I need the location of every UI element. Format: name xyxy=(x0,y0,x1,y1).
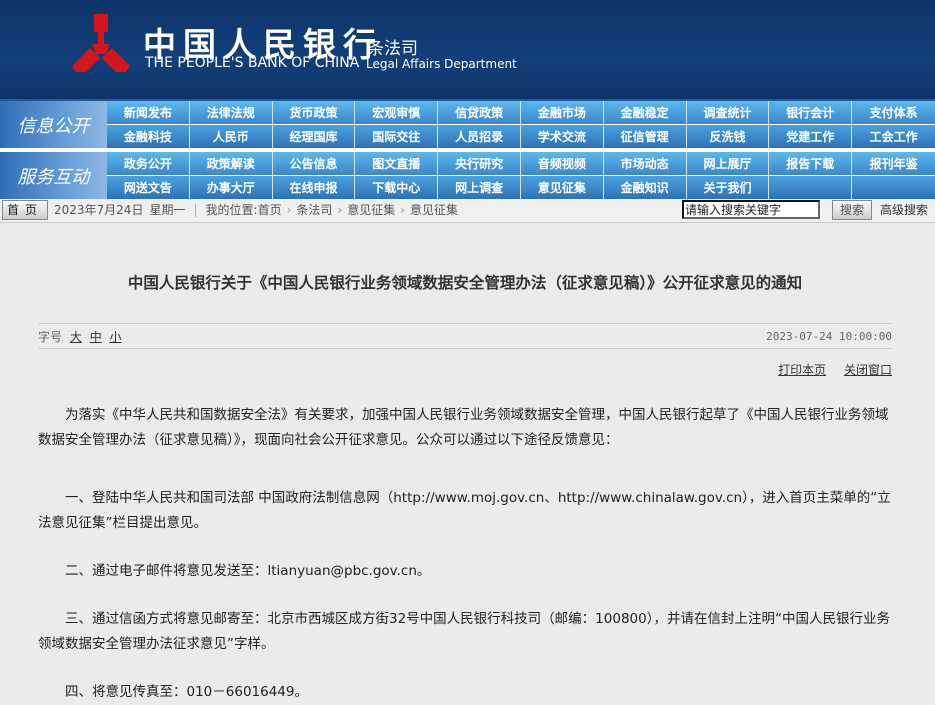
breadcrumb-link[interactable]: 条法司 xyxy=(296,201,332,218)
print-link[interactable]: 打印本页 xyxy=(778,363,826,377)
nav-item[interactable]: 新闻发布 xyxy=(107,101,190,124)
nav-item[interactable]: 反洗钱 xyxy=(687,125,770,148)
nav-item[interactable]: 政务公开 xyxy=(107,152,190,175)
font-size-medium[interactable]: 中 xyxy=(90,330,102,344)
paragraph: 二、通过电子邮件将意见发送至：ltianyuan@pbc.gov.cn。 xyxy=(65,563,431,579)
breadcrumb-link[interactable]: 首页 xyxy=(258,201,282,218)
paragraph: 一、登陆中华人民共和国司法部 中国政府法制信息网（http://www.moj.… xyxy=(38,490,891,531)
dept-name-en: Legal Affairs Department xyxy=(366,57,517,71)
publish-time: 2023-07-24 10:00:00 xyxy=(766,329,892,343)
nav-item[interactable]: 金融知识 xyxy=(604,176,687,199)
nav-item[interactable]: 图文直播 xyxy=(355,152,439,175)
close-window-link[interactable]: 关闭窗口 xyxy=(844,363,892,377)
location-label: 我的位置: xyxy=(205,203,258,217)
font-size-label: 字号 xyxy=(38,329,63,344)
nav-item[interactable]: 金融市场 xyxy=(521,101,604,124)
nav-item[interactable]: 网上调查 xyxy=(438,176,521,199)
nav-row: 政务公开 政策解读 公告信息 图文直播 央行研究 音频视频 市场动态 网上展厅 报告下载 报刊年鉴 xyxy=(107,152,935,175)
nav-item[interactable]: 银行会计 xyxy=(769,101,853,124)
nav-item[interactable]: 音频视频 xyxy=(521,152,604,175)
article-title: 中国人民银行关于《中国人民银行业务领域数据安全管理办法（征求意见稿）》公开征求意… xyxy=(127,274,803,292)
nav-group-label: 信息公开 xyxy=(0,101,107,148)
nav-item[interactable]: 市场动态 xyxy=(604,152,687,175)
breadcrumb-link[interactable]: 意见征集 xyxy=(410,201,458,218)
nav-item[interactable]: 网送文告 xyxy=(107,176,190,199)
dept-name-cn: 条法司 xyxy=(367,39,418,59)
breadcrumb-link[interactable]: 意见征集 xyxy=(347,201,395,218)
nav-group-label: 服务互动 xyxy=(0,152,107,199)
nav-item[interactable]: 报刊年鉴 xyxy=(852,152,935,175)
chevron-right-icon: › xyxy=(286,202,292,217)
site-banner: 中国人民银行 THE PEOPLE'S BANK OF CHINA 条法司 Le… xyxy=(0,0,935,99)
divider: | xyxy=(193,202,198,217)
current-date: 2023年7月24日 xyxy=(54,203,144,217)
nav-row: 金融科技 人民币 经理国库 国际交往 人员招录 学术交流 征信管理 反洗钱 党建工作 工会工作 xyxy=(107,125,935,148)
nav-item[interactable]: 下载中心 xyxy=(355,176,439,199)
nav-item xyxy=(852,176,935,199)
chevron-right-icon: › xyxy=(337,202,343,217)
article-meta: 字号 大 中 小 2023-07-24 10:00:00 xyxy=(38,323,892,349)
nav-item[interactable]: 人员招录 xyxy=(438,125,521,148)
nav-item[interactable]: 关于我们 xyxy=(687,176,770,199)
search-input[interactable] xyxy=(681,200,820,219)
nav-item[interactable]: 在线申报 xyxy=(273,176,356,199)
nav-item[interactable]: 学术交流 xyxy=(521,125,604,148)
paragraph: 四、将意见传真至：010－66016449。 xyxy=(65,684,308,700)
advanced-search-link[interactable]: 高级搜索 xyxy=(880,201,928,218)
paragraph: 为落实《中华人民共和国数据安全法》有关要求，加强中国人民银行业务领域数据安全管理… xyxy=(38,407,889,448)
nav-item[interactable]: 央行研究 xyxy=(438,152,521,175)
pboc-logo-icon xyxy=(72,14,130,72)
search-button[interactable]: 搜索 xyxy=(831,199,872,220)
nav-item[interactable]: 经理国库 xyxy=(273,125,356,148)
nav-item[interactable]: 网上展厅 xyxy=(687,152,770,175)
nav-item[interactable]: 货币政策 xyxy=(273,101,356,124)
nav-item[interactable]: 报告下载 xyxy=(769,152,853,175)
nav-group-service: 服务互动 政务公开 政策解读 公告信息 图文直播 央行研究 音频视频 市场动态 网上展厅 报告下… xyxy=(0,152,935,199)
main-nav: 信息公开 新闻发布 法律法规 货币政策 宏观审慎 信贷政策 金融市场 金融稳定 调查统计 银行会… xyxy=(0,99,935,199)
nav-item[interactable]: 政策解读 xyxy=(190,152,273,175)
breadcrumb-bar: 首页 2023年7月24日 星期一 | 我的位置: 首页 › 条法司 › 意见征… xyxy=(0,197,935,223)
font-size-large[interactable]: 大 xyxy=(70,330,82,344)
paragraph: 三、通过信函方式将意见邮寄至：北京市西城区成方街32号中国人民银行科技司（邮编：… xyxy=(38,611,890,652)
chevron-right-icon: › xyxy=(400,202,406,217)
nav-item[interactable]: 信贷政策 xyxy=(438,101,521,124)
nav-row: 网送文告 办事大厅 在线申报 下载中心 网上调查 意见征集 金融知识 关于我们 xyxy=(107,176,935,199)
nav-item[interactable]: 支付体系 xyxy=(852,101,935,124)
font-size-small[interactable]: 小 xyxy=(110,330,122,344)
nav-row: 新闻发布 法律法规 货币政策 宏观审慎 信贷政策 金融市场 金融稳定 调查统计 银行会计 支付体系 xyxy=(107,101,935,124)
article: 中国人民银行关于《中国人民银行业务领域数据安全管理办法（征求意见稿）》公开征求意… xyxy=(0,271,935,705)
nav-item[interactable]: 调查统计 xyxy=(687,101,770,124)
nav-group-info: 信息公开 新闻发布 法律法规 货币政策 宏观审慎 信贷政策 金融市场 金融稳定 调查统计 银行会… xyxy=(0,101,935,148)
nav-item xyxy=(769,176,853,199)
article-body: 为落实《中华人民共和国数据安全法》有关要求，加强中国人民银行业务领域数据安全管理… xyxy=(38,403,892,705)
nav-item[interactable]: 党建工作 xyxy=(769,125,853,148)
nav-item[interactable]: 国际交往 xyxy=(355,125,439,148)
nav-item[interactable]: 办事大厅 xyxy=(190,176,273,199)
current-weekday: 星期一 xyxy=(149,203,186,217)
nav-item[interactable]: 征信管理 xyxy=(604,125,687,148)
nav-item[interactable]: 人民币 xyxy=(190,125,273,148)
nav-item[interactable]: 金融科技 xyxy=(107,125,190,148)
article-tools: 打印本页 关闭窗口 xyxy=(38,361,892,381)
nav-item[interactable]: 意见征集 xyxy=(521,176,604,199)
nav-item[interactable]: 宏观审慎 xyxy=(355,101,439,124)
nav-item[interactable]: 公告信息 xyxy=(273,152,356,175)
nav-item[interactable]: 工会工作 xyxy=(852,125,935,148)
bank-name-en: THE PEOPLE'S BANK OF CHINA xyxy=(145,55,360,71)
home-button[interactable]: 首页 xyxy=(2,199,48,220)
nav-item[interactable]: 金融稳定 xyxy=(604,101,687,124)
nav-item[interactable]: 法律法规 xyxy=(190,101,273,124)
